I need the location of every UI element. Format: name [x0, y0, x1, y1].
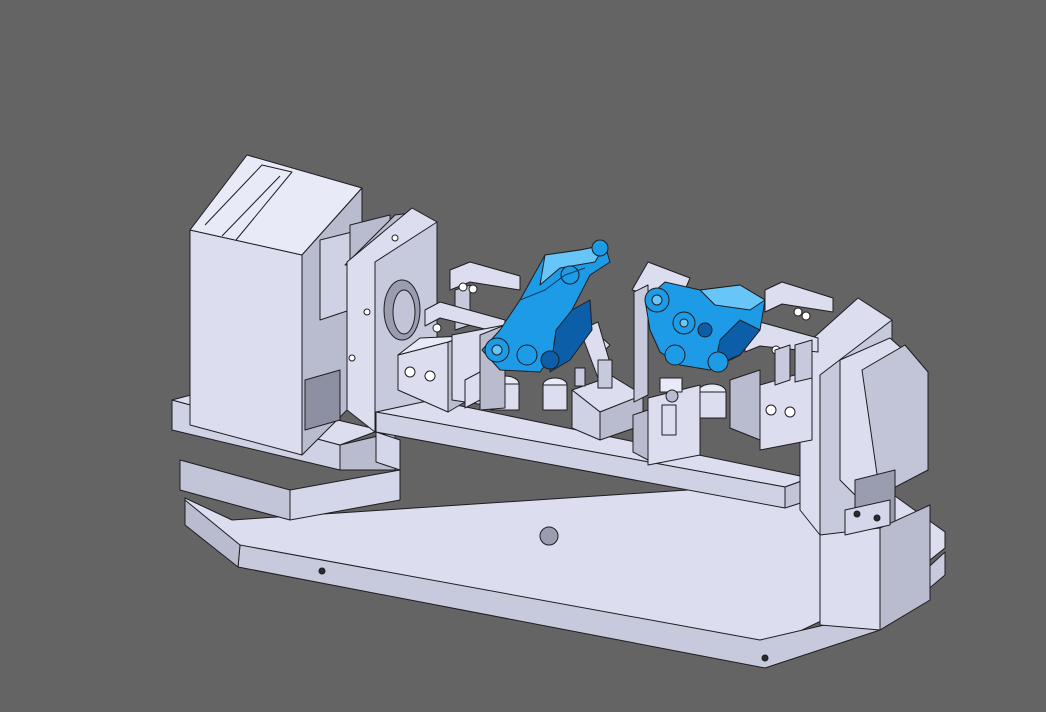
- workpiece-right[interactable]: [644, 281, 766, 373]
- right-tailstock[interactable]: [799, 297, 931, 631]
- side-hole-1: [318, 567, 326, 575]
- headstock-front: [189, 229, 303, 456]
- side-hole-2: [761, 654, 769, 662]
- cad-fixture-scene[interactable]: [0, 0, 1046, 712]
- cad-viewport[interactable]: [0, 0, 1046, 712]
- locating-hole: [539, 526, 559, 546]
